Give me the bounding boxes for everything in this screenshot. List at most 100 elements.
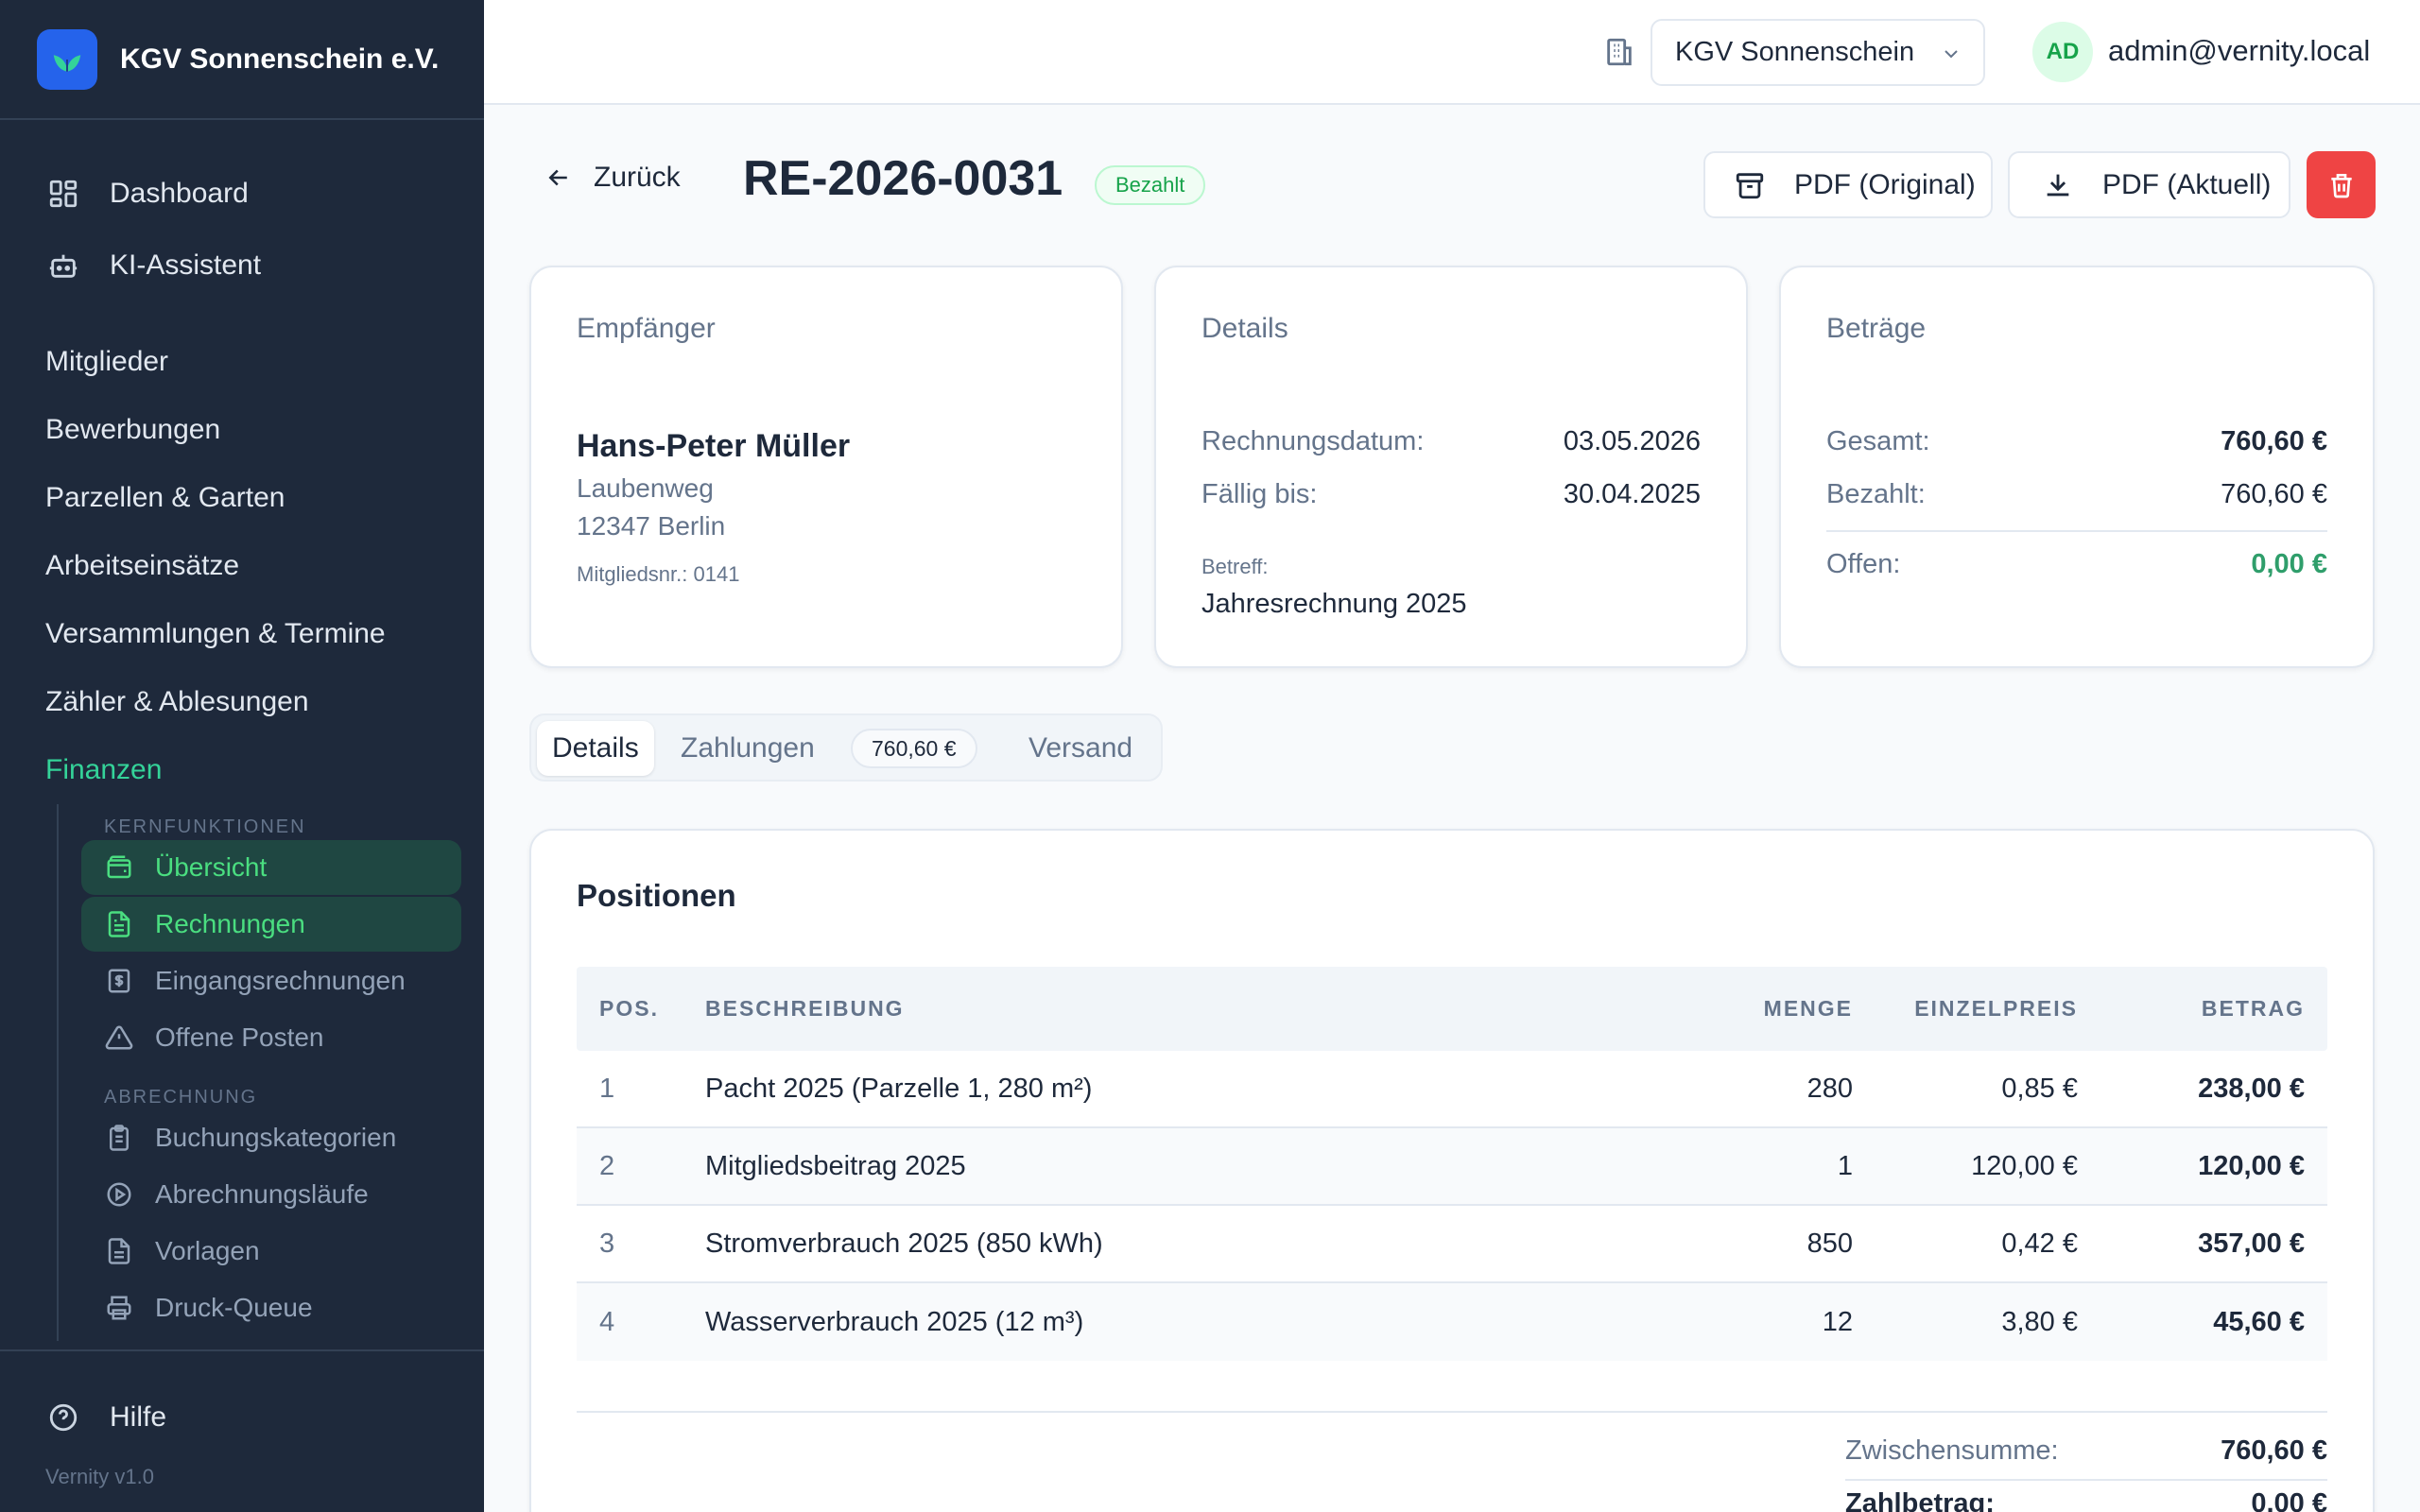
app-version: Vernity v1.0	[45, 1465, 154, 1488]
receipt-icon	[104, 966, 134, 996]
sidebar-item-parzellen[interactable]: Parzellen & Garten	[0, 464, 484, 532]
recipient-street: Laubenweg	[577, 473, 714, 503]
payable-row: Zahlbetrag: 0,00 €	[1845, 1488, 2327, 1512]
sidebar-item-mitglieder[interactable]: Mitglieder	[0, 328, 484, 396]
positions-card: Positionen POS. BESCHREIBUNG MENGE EINZE…	[529, 829, 2375, 1512]
pdf-original-label: PDF (Original)	[1794, 168, 1976, 200]
sidebar-item-arbeitseinsaetze[interactable]: Arbeitseinsätze	[0, 532, 484, 600]
cell-description: Wasserverbrauch 2025 (12 m³)	[705, 1306, 1084, 1337]
sidebar-item-hilfe[interactable]: Hilfe	[0, 1382, 484, 1453]
open-label: Offen:	[1826, 549, 1901, 579]
cell-description: Pacht 2025 (Parzelle 1, 280 m²)	[705, 1073, 1093, 1104]
sidebar-item-finanzen[interactable]: Finanzen	[0, 736, 484, 804]
payments-count-badge[interactable]: 760,60 €	[851, 729, 977, 768]
paid-label: Bezahlt:	[1826, 479, 1926, 509]
column-header-description: BESCHREIBUNG	[705, 996, 905, 1021]
total-value: 760,60 €	[2221, 426, 2327, 456]
sidebar-sections: Mitglieder Bewerbungen Parzellen & Garte…	[0, 328, 484, 1341]
subnav-item-label: Übersicht	[155, 852, 268, 882]
tab-details[interactable]: Details	[537, 721, 654, 776]
template-icon	[104, 1236, 134, 1266]
avatar[interactable]: AD	[2032, 22, 2093, 82]
open-value: 0,00 €	[2251, 549, 2327, 579]
total-row: Gesamt: 760,60 €	[1826, 426, 2327, 457]
cell-amount: 357,00 €	[2198, 1228, 2305, 1259]
subnav-item-druck-queue[interactable]: Druck-Queue	[81, 1280, 461, 1335]
table-row: 3 Stromverbrauch 2025 (850 kWh) 850 0,42…	[577, 1206, 2327, 1283]
invoice-date-row: Rechnungsdatum: 03.05.2026	[1201, 426, 1701, 457]
back-label: Zurück	[594, 162, 681, 193]
sidebar-top-nav: Dashboard KI-Assistent	[0, 120, 484, 301]
sidebar-item-zaehler[interactable]: Zähler & Ablesungen	[0, 668, 484, 736]
tab-zahlungen[interactable]: Zahlungen	[681, 721, 815, 776]
archive-icon	[1734, 169, 1766, 201]
cell-quantity: 12	[1822, 1306, 1853, 1337]
back-button[interactable]: Zurück	[544, 162, 681, 194]
subnav-item-uebersicht[interactable]: Übersicht	[81, 840, 461, 895]
help-icon	[45, 1400, 81, 1435]
cell-quantity: 280	[1806, 1073, 1853, 1104]
column-header-amount: BETRAG	[2201, 996, 2305, 1021]
delete-button[interactable]	[2307, 151, 2376, 218]
subnav-item-rechnungen[interactable]: Rechnungen	[81, 897, 461, 952]
details-card: Details Rechnungsdatum: 03.05.2026 Fälli…	[1154, 266, 1748, 668]
brand[interactable]: KGV Sonnenschein e.V.	[0, 0, 484, 120]
cell-description: Stromverbrauch 2025 (850 kWh)	[705, 1228, 1103, 1259]
page-title: RE-2026-0031	[743, 151, 1063, 206]
cell-amount: 238,00 €	[2198, 1073, 2305, 1104]
dashboard-icon	[45, 176, 81, 212]
subnav-item-eingangsrechnungen[interactable]: Eingangsrechnungen	[81, 954, 461, 1008]
cell-quantity: 1	[1837, 1150, 1853, 1181]
invoice-tabs: Details Zahlungen 760,60 € Versand	[529, 713, 1163, 782]
cell-unit-price: 120,00 €	[1971, 1150, 2078, 1181]
clipboard-icon	[104, 1123, 134, 1153]
amounts-card: Beträge Gesamt: 760,60 € Bezahlt: 760,60…	[1779, 266, 2375, 668]
robot-icon	[45, 248, 81, 284]
totals-divider	[577, 1411, 2327, 1413]
subnav-item-label: Vorlagen	[155, 1236, 260, 1265]
cell-pos: 3	[599, 1228, 615, 1259]
subnav-item-vorlagen[interactable]: Vorlagen	[81, 1224, 461, 1279]
column-header-pos: POS.	[599, 996, 659, 1021]
subnav-item-label: Abrechnungsläufe	[155, 1179, 369, 1209]
subnav-heading-kernfunktionen: KERNFUNKTIONEN	[104, 816, 306, 837]
invoice-date-value: 03.05.2026	[1563, 426, 1701, 456]
wallet-icon	[104, 852, 134, 883]
card-label: Beträge	[1826, 313, 1927, 344]
sidebar: KGV Sonnenschein e.V. Dashboard KI-Assis…	[0, 0, 484, 1512]
user-email[interactable]: admin@vernity.local	[2108, 34, 2370, 68]
sidebar-item-dashboard[interactable]: Dashboard	[0, 158, 484, 230]
positions-title: Positionen	[577, 878, 736, 913]
sidebar-item-label: Dashboard	[110, 178, 249, 209]
subnav-item-buchungskategorien[interactable]: Buchungskategorien	[81, 1110, 461, 1165]
due-date-label: Fällig bis:	[1201, 479, 1318, 509]
payable-value: 0,00 €	[2251, 1488, 2327, 1512]
member-number: Mitgliedsnr.: 0141	[577, 562, 740, 586]
cell-unit-price: 0,42 €	[2001, 1228, 2078, 1259]
subtotal-row: Zwischensumme: 760,60 €	[1845, 1435, 2327, 1467]
subnav-item-label: Druck-Queue	[155, 1293, 313, 1322]
subnav-item-label: Rechnungen	[155, 909, 305, 938]
arrow-left-icon	[544, 163, 573, 192]
sidebar-item-bewerbungen[interactable]: Bewerbungen	[0, 396, 484, 464]
cell-unit-price: 0,85 €	[2001, 1073, 2078, 1104]
tab-versand[interactable]: Versand	[1028, 721, 1132, 776]
cell-amount: 120,00 €	[2198, 1150, 2305, 1181]
cell-pos: 2	[599, 1150, 615, 1181]
column-header-unit-price: EINZELPREIS	[1914, 996, 2078, 1021]
subject-value: Jahresrechnung 2025	[1201, 589, 1467, 619]
subnav-item-offene-posten[interactable]: Offene Posten	[81, 1010, 461, 1065]
subnav-item-abrechnungslaeufe[interactable]: Abrechnungsläufe	[81, 1167, 461, 1222]
sidebar-item-versammlungen[interactable]: Versammlungen & Termine	[0, 600, 484, 668]
paid-row: Bezahlt: 760,60 €	[1826, 479, 2327, 510]
pdf-current-button[interactable]: PDF (Aktuell)	[2008, 151, 2290, 218]
sidebar-item-ki-assistent[interactable]: KI-Assistent	[0, 230, 484, 301]
recipient-city: 12347 Berlin	[577, 511, 726, 541]
printer-icon	[104, 1293, 134, 1323]
table-row: 1 Pacht 2025 (Parzelle 1, 280 m²) 280 0,…	[577, 1051, 2327, 1128]
invoice-date-label: Rechnungsdatum:	[1201, 426, 1425, 456]
pdf-original-button[interactable]: PDF (Original)	[1703, 151, 1993, 218]
organization-select[interactable]: KGV Sonnenschein e.V.	[1651, 19, 1985, 86]
recipient-card: Empfänger Hans-Peter Müller Laubenweg 12…	[529, 266, 1123, 668]
paid-value: 760,60 €	[2221, 479, 2327, 509]
